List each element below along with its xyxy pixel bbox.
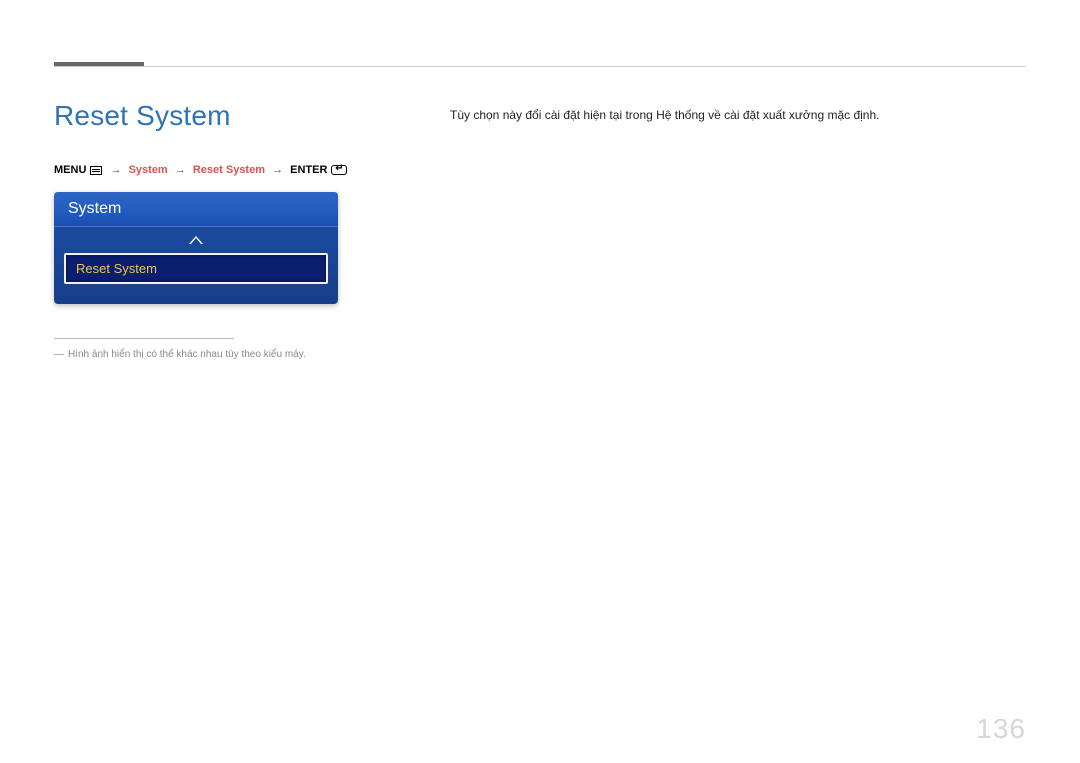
footnote-dash: ― [54, 349, 68, 360]
footnote: ―Hình ảnh hiển thị có thể khác nhau tùy … [54, 349, 394, 360]
left-column: Reset System MENU → System → Reset Syste… [54, 100, 394, 360]
arrow-icon: → [107, 164, 126, 176]
enter-icon [331, 165, 347, 175]
breadcrumb: MENU → System → Reset System → ENTER [54, 164, 394, 176]
horizontal-rule [54, 66, 1026, 67]
arrow-icon: → [268, 164, 287, 176]
osd-body: Reset System [54, 249, 338, 304]
menu-icon [90, 166, 102, 175]
footnote-rule [54, 338, 234, 339]
content-row: Reset System MENU → System → Reset Syste… [54, 100, 1026, 360]
breadcrumb-menu-label: MENU [54, 164, 86, 176]
breadcrumb-enter-label: ENTER [290, 164, 327, 176]
footnote-text: Hình ảnh hiển thị có thể khác nhau tùy t… [68, 349, 306, 360]
description-text: Tùy chọn này đổi cài đặt hiện tại trong … [450, 106, 1026, 125]
breadcrumb-system-label: System [129, 164, 168, 176]
right-column: Tùy chọn này đổi cài đặt hiện tại trong … [450, 100, 1026, 360]
osd-scroll-up-row [54, 227, 338, 249]
osd-title: System [54, 192, 338, 227]
page-root: Reset System MENU → System → Reset Syste… [0, 0, 1080, 763]
chevron-up-icon[interactable] [189, 236, 203, 244]
osd-item-reset-system[interactable]: Reset System [64, 253, 328, 284]
osd-panel: System Reset System [54, 192, 338, 304]
page-number: 136 [976, 713, 1026, 745]
page-title: Reset System [54, 100, 394, 132]
arrow-icon: → [171, 164, 190, 176]
breadcrumb-reset-label: Reset System [193, 164, 265, 176]
